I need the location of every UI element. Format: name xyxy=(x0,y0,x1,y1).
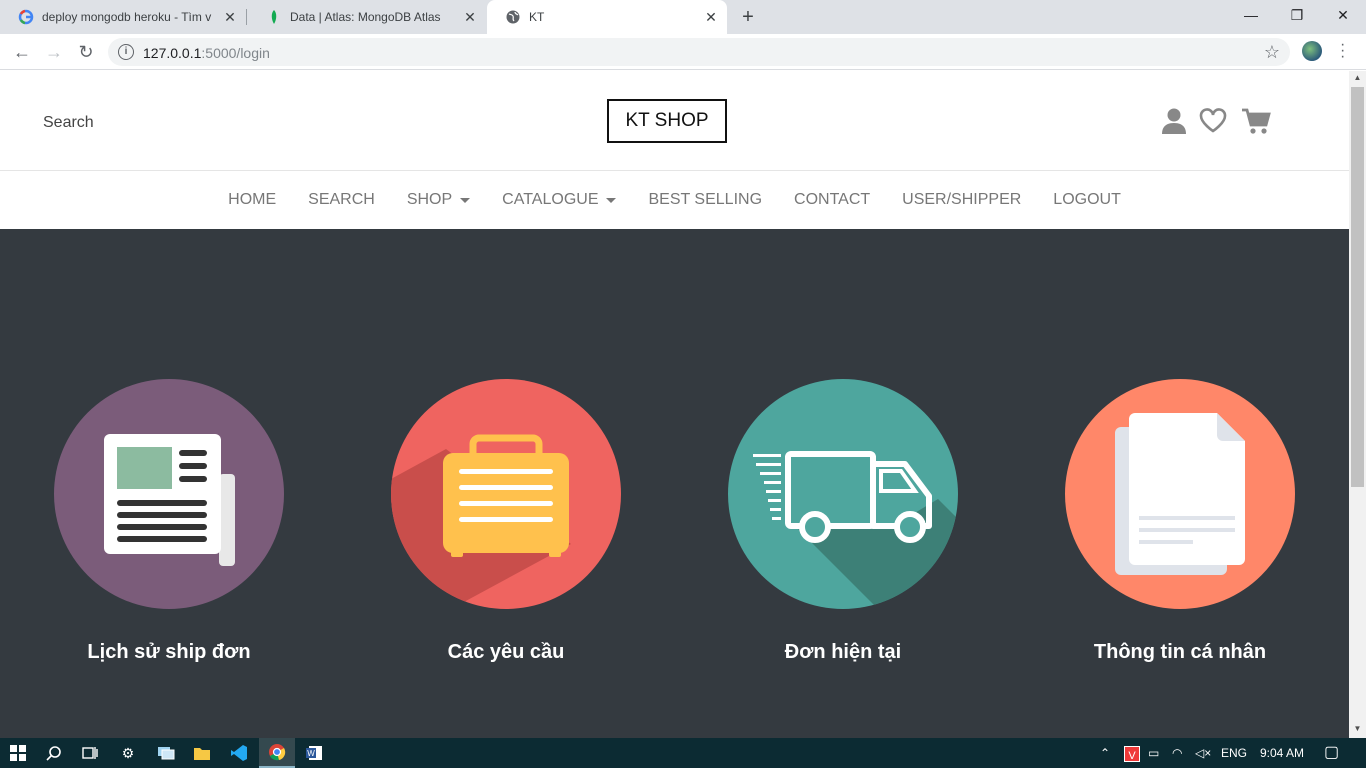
tab-title: deploy mongodb heroku - Tìm v xyxy=(42,10,212,24)
battery-icon[interactable]: ▭ xyxy=(1148,738,1159,768)
restore-icon[interactable]: ❐ xyxy=(1274,0,1320,30)
url-text: 127.0.0.1:5000/login xyxy=(143,45,270,61)
cart-icon[interactable] xyxy=(1241,107,1271,135)
minimize-icon[interactable]: — xyxy=(1228,0,1274,30)
profile-avatar[interactable] xyxy=(1302,41,1322,61)
delivery-truck-icon xyxy=(728,379,958,609)
nav-catalogue[interactable]: CATALOGUE xyxy=(502,191,617,209)
shipper-dashboard: Lịch sử ship đơn Các yêu cầu Đơn hiện tạ… xyxy=(0,229,1349,738)
google-icon xyxy=(18,9,34,25)
user-icon[interactable] xyxy=(1161,107,1189,135)
notification-icon[interactable]: ▢ xyxy=(1324,738,1339,768)
file-explorer-icon[interactable] xyxy=(184,738,220,768)
browser-tab-2[interactable]: Data | Atlas: MongoDB Atlas ✕ xyxy=(248,0,486,34)
address-bar[interactable]: i 127.0.0.1:5000/login ☆ xyxy=(108,38,1290,66)
svg-text:W: W xyxy=(307,749,315,758)
close-tab-icon[interactable]: ✕ xyxy=(462,9,478,26)
heart-icon[interactable] xyxy=(1199,107,1227,135)
vscode-icon[interactable] xyxy=(221,738,257,768)
caret-down-icon xyxy=(460,197,471,203)
caret-down-icon xyxy=(606,197,617,203)
nav-search[interactable]: SEARCH xyxy=(308,191,375,209)
wifi-icon[interactable]: ◠ xyxy=(1172,738,1182,768)
scroll-thumb[interactable] xyxy=(1351,87,1364,487)
chrome-icon[interactable] xyxy=(259,738,295,768)
card-label: Thông tin cá nhân xyxy=(1093,641,1267,663)
briefcase-icon xyxy=(391,379,621,609)
reload-icon[interactable]: ↻ xyxy=(74,40,98,64)
card-requests[interactable]: Các yêu cầu xyxy=(391,379,621,664)
tab-title: KT xyxy=(529,10,545,24)
main-nav: HOME SEARCH SHOP CATALOGUE BEST SELLING … xyxy=(0,171,1349,229)
speaker-muted-icon[interactable]: ◁× xyxy=(1195,738,1211,768)
browser-tab-1[interactable]: deploy mongodb heroku - Tìm v ✕ xyxy=(0,0,246,34)
brand-logo[interactable]: KT SHOP xyxy=(607,99,727,143)
mongodb-leaf-icon xyxy=(266,9,282,25)
nav-user-shipper[interactable]: USER/SHIPPER xyxy=(902,191,1021,209)
windows-start-icon[interactable] xyxy=(0,738,36,768)
new-tab-button[interactable]: + xyxy=(738,5,758,29)
site-header: Search KT SHOP xyxy=(0,71,1349,171)
scroll-down-icon[interactable]: ▼ xyxy=(1353,724,1362,733)
card-label: Các yêu cầu xyxy=(447,641,565,663)
forward-icon[interactable]: → xyxy=(42,40,66,64)
browser-tab-3[interactable]: KT ✕ xyxy=(487,0,727,34)
vivaldi-tray-icon[interactable]: V xyxy=(1124,738,1142,768)
language-indicator[interactable]: ENG xyxy=(1221,738,1247,768)
close-window-icon[interactable]: ✕ xyxy=(1320,0,1366,30)
close-tab-icon[interactable]: ✕ xyxy=(703,9,719,26)
scroll-up-icon[interactable]: ▲ xyxy=(1353,73,1362,82)
word-icon[interactable]: W xyxy=(296,738,332,768)
menu-icon[interactable]: · · · xyxy=(1340,37,1346,65)
tab-title: Data | Atlas: MongoDB Atlas xyxy=(290,10,441,24)
network-pc-icon[interactable] xyxy=(148,738,184,768)
nav-shop[interactable]: SHOP xyxy=(407,191,471,209)
page-content: Search KT SHOP HOME SEARCH SHOP CATALOGU… xyxy=(0,71,1349,738)
task-view-icon[interactable] xyxy=(72,738,108,768)
bookmark-star-icon[interactable]: ☆ xyxy=(1264,42,1280,63)
svg-text:V: V xyxy=(1128,750,1136,762)
nav-home[interactable]: HOME xyxy=(228,191,276,209)
close-tab-icon[interactable]: ✕ xyxy=(222,9,238,26)
globe-icon xyxy=(505,9,521,25)
card-label: Lịch sử ship đơn xyxy=(87,641,251,663)
nav-best-selling[interactable]: BEST SELLING xyxy=(648,191,762,209)
browser-toolbar: ← → ↻ i 127.0.0.1:5000/login ☆ xyxy=(0,34,1366,70)
card-shipping-history[interactable]: Lịch sử ship đơn xyxy=(54,379,284,664)
search-link[interactable]: Search xyxy=(43,114,94,132)
card-label: Đơn hiện tại xyxy=(784,641,902,663)
card-current-orders[interactable]: Đơn hiện tại xyxy=(728,379,958,664)
windows-taskbar: ⚙ W ⌃ V ▭ ◠ ◁× ENG 9:04 AM ▢ xyxy=(0,738,1366,768)
browser-tab-bar: deploy mongodb heroku - Tìm v ✕ Data | A… xyxy=(0,0,1366,34)
newspaper-icon xyxy=(54,379,284,609)
nav-logout[interactable]: LOGOUT xyxy=(1053,191,1121,209)
card-profile-info[interactable]: Thông tin cá nhân xyxy=(1065,379,1295,664)
nav-contact[interactable]: CONTACT xyxy=(794,191,870,209)
chevron-up-icon[interactable]: ⌃ xyxy=(1100,738,1110,768)
info-icon[interactable]: i xyxy=(118,44,134,60)
search-icon[interactable] xyxy=(36,738,72,768)
clock[interactable]: 9:04 AM xyxy=(1260,738,1304,768)
settings-gear-icon[interactable]: ⚙ xyxy=(110,738,146,768)
page-scrollbar[interactable]: ▲ ▼ xyxy=(1349,71,1366,738)
document-icon xyxy=(1065,379,1295,609)
back-icon[interactable]: ← xyxy=(10,40,34,64)
